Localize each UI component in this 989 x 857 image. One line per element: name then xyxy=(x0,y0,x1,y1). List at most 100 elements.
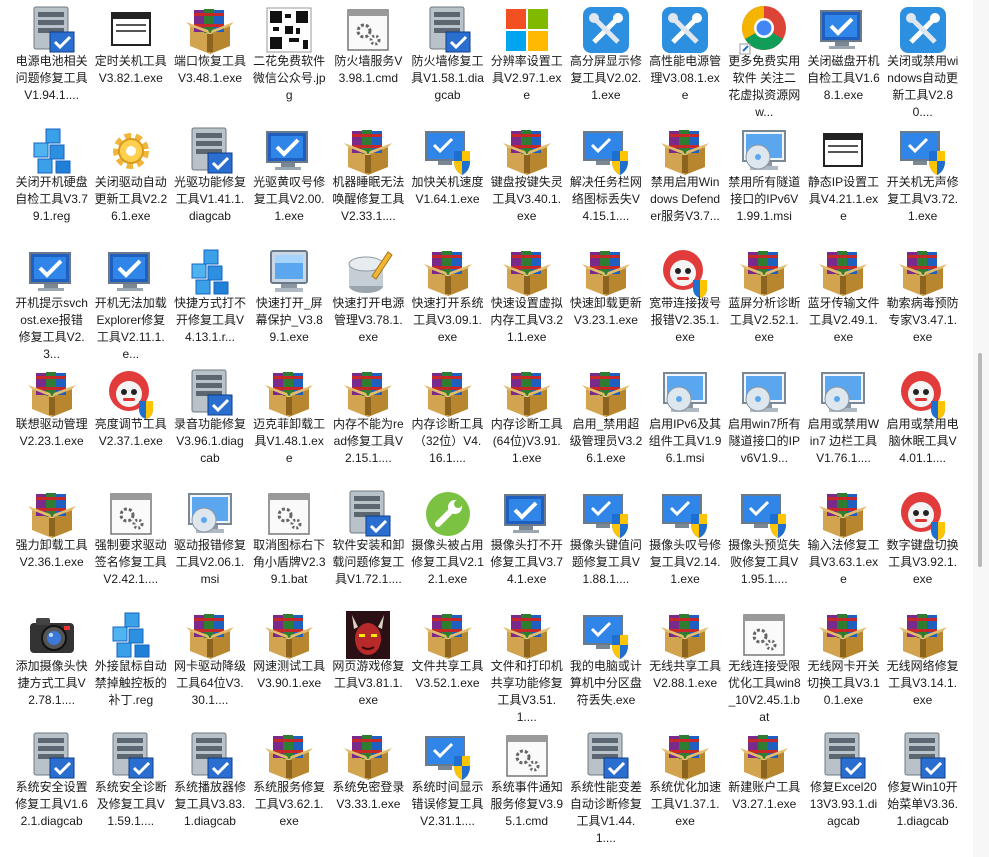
file-item[interactable]: 系统优化加速工具V1.37.1.exe xyxy=(646,726,725,847)
file-item[interactable]: 软件安装和卸载问题修复工具V1.72.1.... xyxy=(329,484,408,605)
file-item[interactable]: 蓝牙传输文件工具V2.49.1.exe xyxy=(804,242,883,363)
file-item[interactable]: 键盘按键失灵工具V3.40.1.exe xyxy=(487,121,566,242)
exe-window-icon xyxy=(817,125,869,177)
file-item[interactable]: 系统时间显示错误修复工具V2.31.1.... xyxy=(408,726,487,847)
file-item[interactable]: 系统播放器修复工具V3.83.1.diagcab xyxy=(170,726,249,847)
file-item[interactable]: 网速测试工具V3.90.1.exe xyxy=(250,605,329,726)
file-label: 新建账户工具V3.27.1.exe xyxy=(728,780,801,811)
file-item[interactable]: 修复Win10开始菜单V3.36.1.diagcab xyxy=(883,726,962,847)
file-item[interactable]: 输入法修复工具V3.63.1.exe xyxy=(804,484,883,605)
file-item[interactable]: 内存诊断工具（32位）V4.16.1.... xyxy=(408,363,487,484)
file-item[interactable]: 无线共享工具V2.88.1.exe xyxy=(646,605,725,726)
file-item[interactable]: 新建账户工具V3.27.1.exe xyxy=(725,726,804,847)
file-item[interactable]: 无线网络修复工具V3.14.1.exe xyxy=(883,605,962,726)
file-item[interactable]: 摄像头预览失败修复工具V1.95.1.... xyxy=(725,484,804,605)
file-item[interactable]: 亮度调节工具V2.37.1.exe xyxy=(91,363,170,484)
file-item[interactable]: 关闭驱动自动更新工具V2.26.1.exe xyxy=(91,121,170,242)
server-icon xyxy=(184,367,236,419)
file-item[interactable]: 开机提示svchost.exe报错修复工具V2.3... xyxy=(12,242,91,363)
file-item[interactable]: 开机无法加载Explorer修复工具V2.11.1.e... xyxy=(91,242,170,363)
monitor-shield-icon xyxy=(580,125,632,177)
file-item[interactable]: 高分屏显示修复工具V2.02.1.exe xyxy=(566,0,645,121)
file-item[interactable]: 摄像头叹号修复工具V2.14.1.exe xyxy=(646,484,725,605)
file-item[interactable]: 驱动报错修复工具V2.06.1.msi xyxy=(170,484,249,605)
file-item[interactable]: 防火墙修复工具V1.58.1.diagcab xyxy=(408,0,487,121)
file-item[interactable]: 启用win7所有隧道接口的IPv6V1.9... xyxy=(725,363,804,484)
file-item[interactable]: 更多免费实用软件 关注二花虚拟资源网 w... xyxy=(725,0,804,121)
file-item[interactable]: 高性能电源管理V3.08.1.exe xyxy=(646,0,725,121)
file-item[interactable]: 迈克菲卸载工具V1.48.1.exe xyxy=(250,363,329,484)
file-item[interactable]: 无线连接受限优化工具win8_10V2.45.1.bat xyxy=(725,605,804,726)
scrollbar-thumb[interactable] xyxy=(978,353,982,567)
file-item[interactable]: 关闭磁盘开机自检工具V1.68.1.exe xyxy=(804,0,883,121)
exe-window-icon xyxy=(105,4,157,56)
file-item[interactable]: 文件共享工具V3.52.1.exe xyxy=(408,605,487,726)
file-item[interactable]: 宽带连接拨号报错V2.35.1.exe xyxy=(646,242,725,363)
file-item[interactable]: 系统服务修复工具V3.62.1.exe xyxy=(250,726,329,847)
vertical-scrollbar[interactable] xyxy=(973,0,989,857)
file-item[interactable]: 开关机无声修复工具V3.72.1.exe xyxy=(883,121,962,242)
file-item[interactable]: 修复Excel2013V3.93.1.diagcab xyxy=(804,726,883,847)
file-item[interactable]: 启用IPv6及其组件工具V1.96.1.msi xyxy=(646,363,725,484)
file-item[interactable]: 网卡驱动降级工具64位V3.30.1.... xyxy=(170,605,249,726)
file-item[interactable]: 蓝屏分析诊断工具V2.52.1.exe xyxy=(725,242,804,363)
file-item[interactable]: 系统安全诊断及修复工具V1.59.1.... xyxy=(91,726,170,847)
file-label: 电源电池相关问题修复工具V1.94.1.... xyxy=(15,54,88,102)
file-item[interactable]: 启用或禁用电脑休眠工具V4.01.1.... xyxy=(883,363,962,484)
file-item[interactable]: 文件和打印机共享功能修复工具V3.51.1.... xyxy=(487,605,566,726)
file-item[interactable]: 光驱功能修复工具V1.41.1.diagcab xyxy=(170,121,249,242)
tools-icon xyxy=(580,4,632,56)
file-item[interactable]: 内存诊断工具(64位)V3.91.1.exe xyxy=(487,363,566,484)
file-item[interactable]: 录音功能修复V3.96.1.diagcab xyxy=(170,363,249,484)
file-item[interactable]: 摄像头键值问题修复工具V1.88.1.... xyxy=(566,484,645,605)
demon-icon xyxy=(342,609,394,661)
tools-icon xyxy=(659,4,711,56)
file-item[interactable]: 系统安全设置修复工具V1.62.1.diagcab xyxy=(12,726,91,847)
file-label: 高性能电源管理V3.08.1.exe xyxy=(649,54,722,102)
file-item[interactable]: 启用或禁用Win7 边栏工具V1.76.1.... xyxy=(804,363,883,484)
file-item[interactable]: 系统免密登录V3.33.1.exe xyxy=(329,726,408,847)
file-item[interactable]: 外接鼠标自动禁掉触控板的补丁.reg xyxy=(91,605,170,726)
file-item[interactable]: 快速设置虚拟内存工具V3.21.1.exe xyxy=(487,242,566,363)
file-item[interactable]: 机器睡眠无法唤醒修复工具V2.33.1.... xyxy=(329,121,408,242)
file-item[interactable]: 加快关机速度V1.64.1.exe xyxy=(408,121,487,242)
file-item[interactable]: 快速卸载更新V3.23.1.exe xyxy=(566,242,645,363)
file-item[interactable]: 勒索病毒预防专家V3.47.1.exe xyxy=(883,242,962,363)
file-item[interactable]: 静态IP设置工具V4.21.1.exe xyxy=(804,121,883,242)
file-item[interactable]: 解决任务栏网络图标丢失V4.15.1.... xyxy=(566,121,645,242)
file-label: 静态IP设置工具V4.21.1.exe xyxy=(807,175,880,223)
file-item[interactable]: 端口恢复工具V3.48.1.exe xyxy=(170,0,249,121)
file-item[interactable]: 强力卸载工具V2.36.1.exe xyxy=(12,484,91,605)
file-item[interactable]: 禁用启用Windows Defender服务V3.7... xyxy=(646,121,725,242)
file-item[interactable]: 我的电脑或计算机中分区盘符丢失.exe xyxy=(566,605,645,726)
file-item[interactable]: 电源电池相关问题修复工具V1.94.1.... xyxy=(12,0,91,121)
file-item[interactable]: 快捷方式打不开修复工具V4.13.1.r... xyxy=(170,242,249,363)
file-item[interactable]: 取消图标右下角小盾牌V2.39.1.bat xyxy=(250,484,329,605)
file-item[interactable]: 系统性能变差自动诊断修复工具V1.44.1.... xyxy=(566,726,645,847)
file-item[interactable]: 摄像头被占用修复工具V2.12.1.exe xyxy=(408,484,487,605)
file-item[interactable]: 快速打开_屏幕保护_V3.89.1.exe xyxy=(250,242,329,363)
file-item[interactable]: 网页游戏修复工具V3.81.1.exe xyxy=(329,605,408,726)
file-item[interactable]: 摄像头打不开修复工具V3.74.1.exe xyxy=(487,484,566,605)
file-item[interactable]: 内存不能为read修复工具V2.15.1.... xyxy=(329,363,408,484)
file-item[interactable]: 无线网卡开关切换工具V3.10.1.exe xyxy=(804,605,883,726)
file-item[interactable]: 定时关机工具V3.82.1.exe xyxy=(91,0,170,121)
file-item[interactable]: 启用_禁用超级管理员V3.26.1.exe xyxy=(566,363,645,484)
file-item[interactable]: 分辨率设置工具V2.97.1.exe xyxy=(487,0,566,121)
file-item[interactable]: 光驱黄叹号修复工具V2.00.1.exe xyxy=(250,121,329,242)
file-item[interactable]: 关闭开机硬盘自检工具V3.79.1.reg xyxy=(12,121,91,242)
file-item[interactable]: 快速打开系统工具V3.09.1.exe xyxy=(408,242,487,363)
file-item[interactable]: 二花免费软件微信公众号.jpg xyxy=(250,0,329,121)
file-item[interactable]: 添加摄像头快捷方式工具V2.78.1.... xyxy=(12,605,91,726)
file-item[interactable]: 联想驱动管理V2.23.1.exe xyxy=(12,363,91,484)
file-label: 禁用所有隧道接口的IPv6V1.99.1.msi xyxy=(728,175,801,223)
file-item[interactable]: 快速打开电源管理V3.78.1.exe xyxy=(329,242,408,363)
file-item[interactable]: 禁用所有隧道接口的IPv6V1.99.1.msi xyxy=(725,121,804,242)
file-item[interactable]: 关闭或禁用windows自动更新工具V2.80.... xyxy=(883,0,962,121)
winrar-icon xyxy=(580,246,632,298)
file-item[interactable]: 防火墙服务V3.98.1.cmd xyxy=(329,0,408,121)
file-label: 开机无法加载Explorer修复工具V2.11.1.e... xyxy=(94,296,167,361)
file-item[interactable]: 系统事件通知服务修复V3.95.1.cmd xyxy=(487,726,566,847)
file-item[interactable]: 强制要求驱动签名修复工具V2.42.1.... xyxy=(91,484,170,605)
file-item[interactable]: 数字键盘切换工具V3.92.1.exe xyxy=(883,484,962,605)
